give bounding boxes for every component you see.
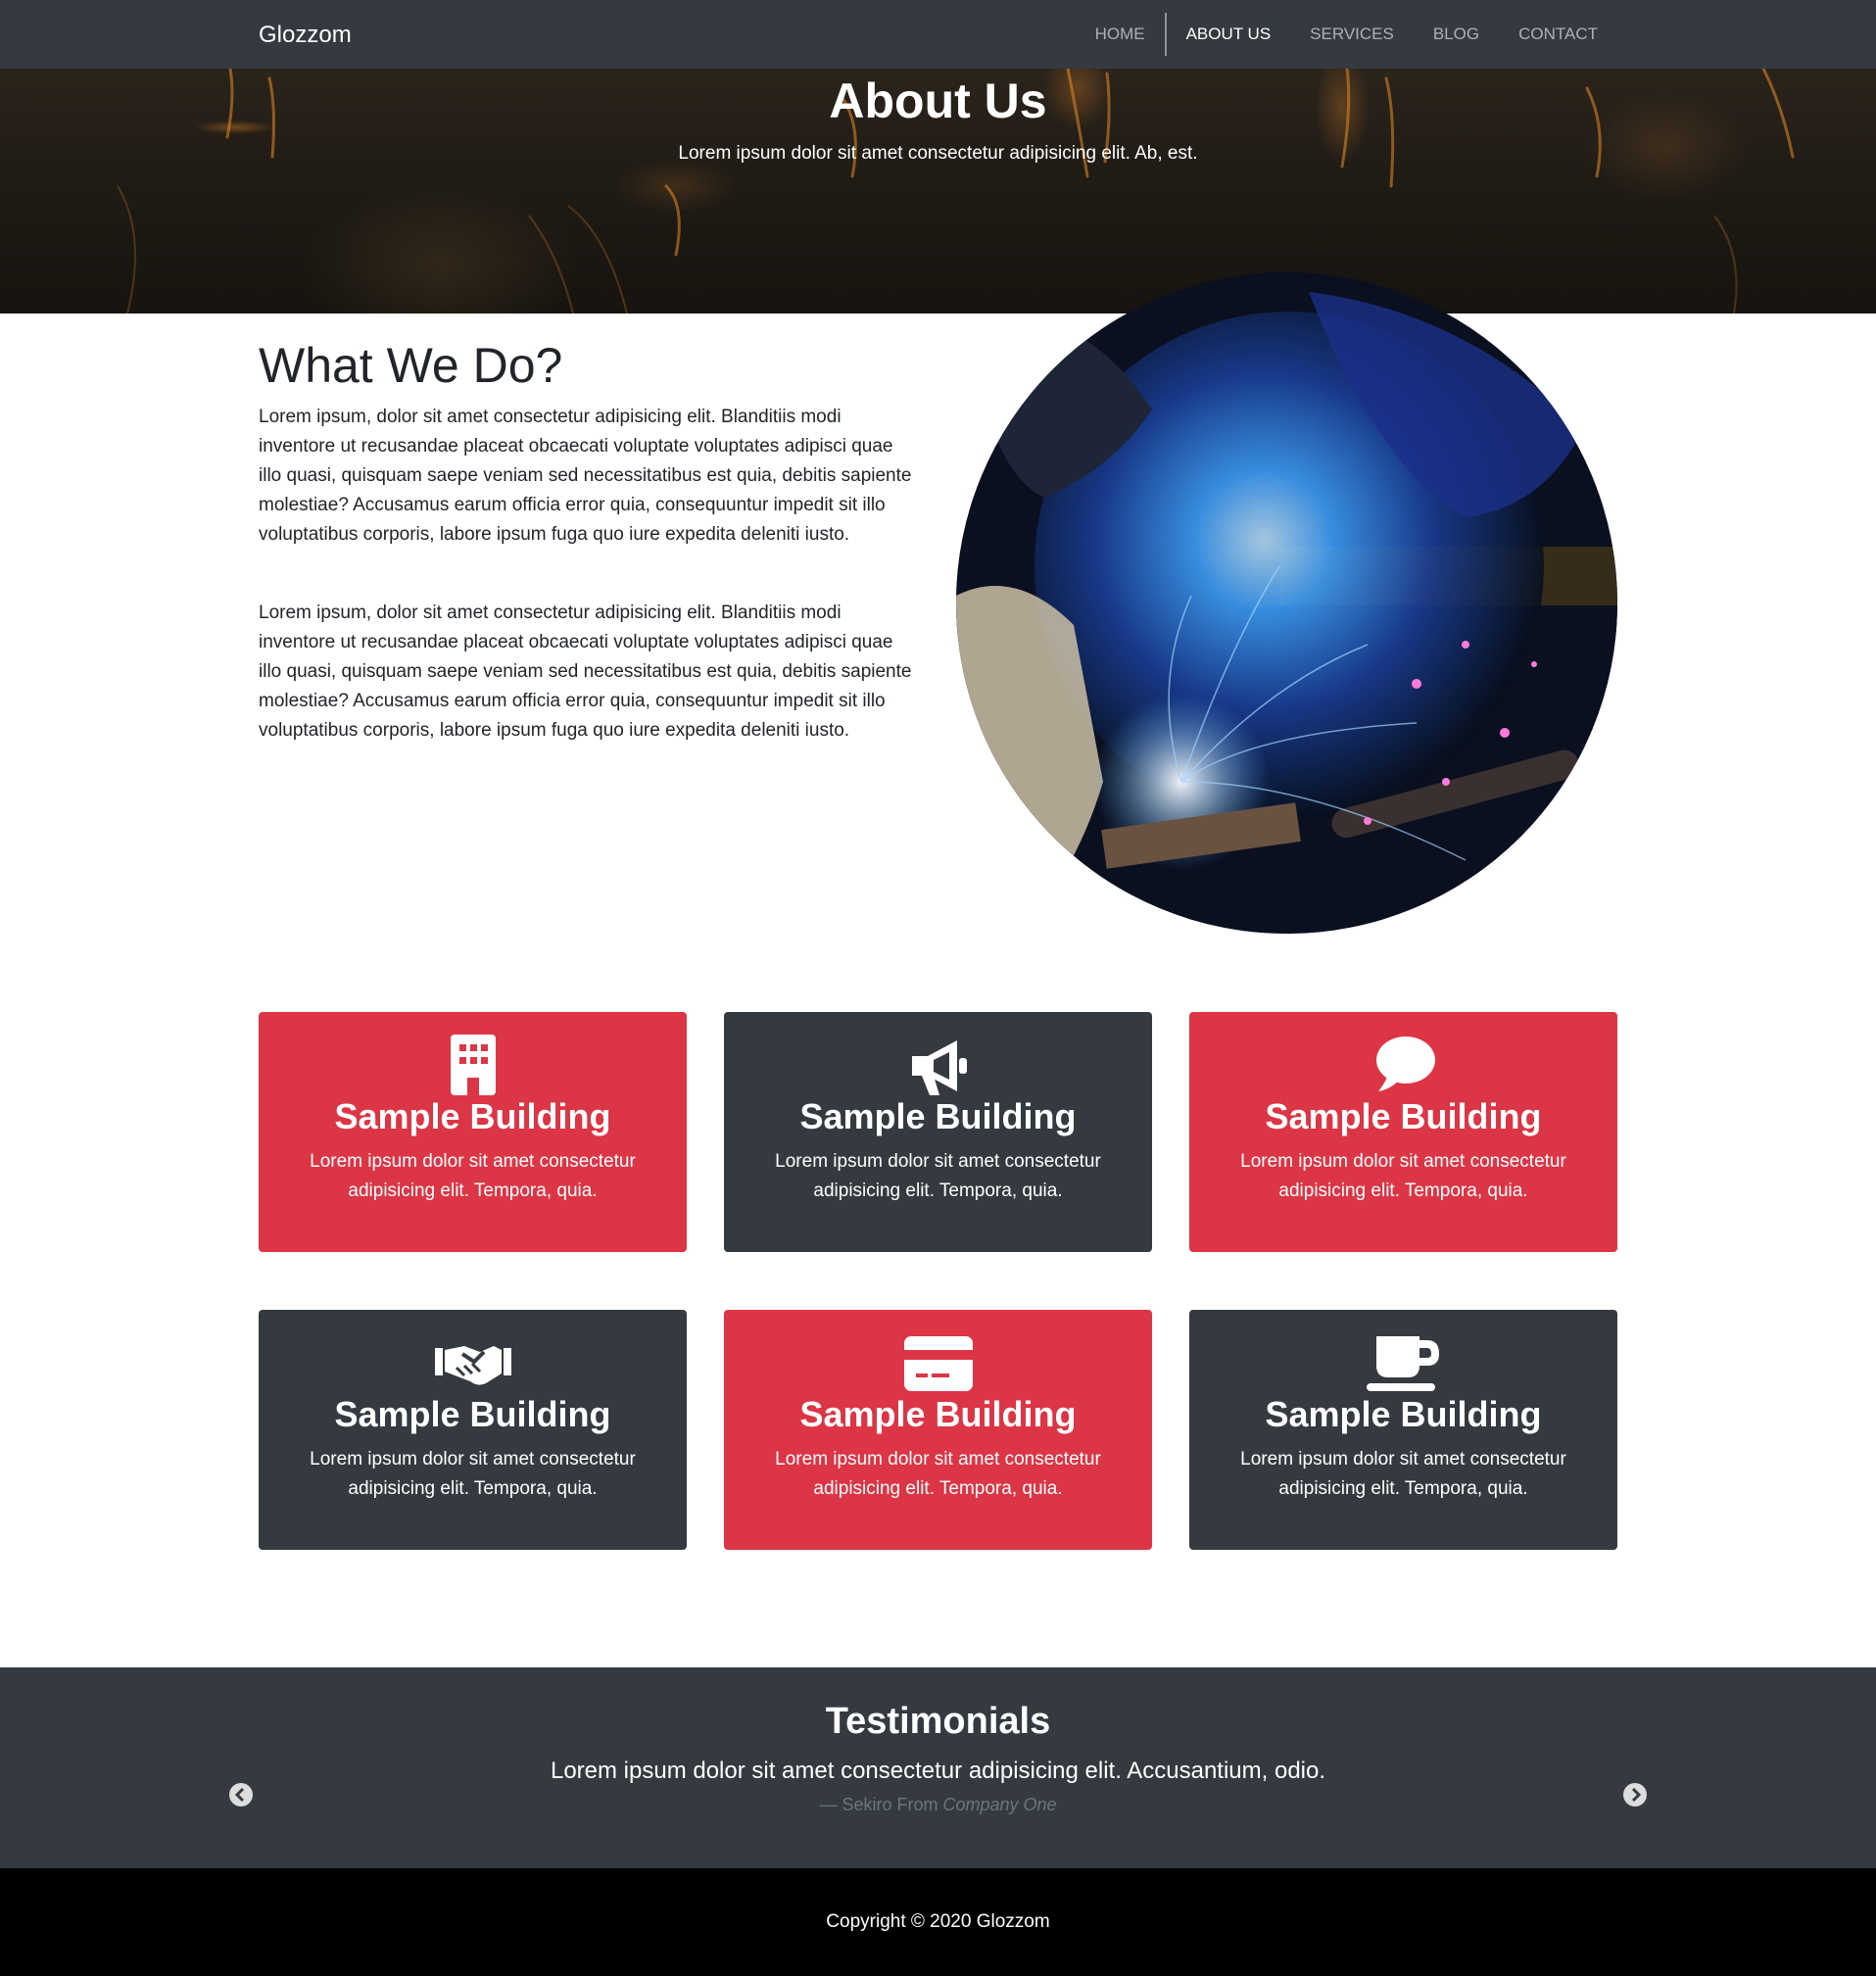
- brand-logo[interactable]: Glozzom: [259, 0, 352, 69]
- service-card-text: Lorem ipsum dolor sit amet consectetur a…: [310, 1151, 636, 1201]
- service-card-title: Sample Building: [334, 1394, 611, 1434]
- nav-link-about-us[interactable]: ABOUT US: [1164, 13, 1291, 56]
- testimonial-quote: Lorem ipsum dolor sit amet consectetur a…: [550, 1758, 1326, 1784]
- nav-links: HOME ABOUT US SERVICES BLOG CONTACT: [1076, 0, 1617, 69]
- coffee-icon: [1366, 1336, 1439, 1391]
- testimonial-author-name: — Sekiro From: [819, 1795, 938, 1814]
- building-icon: [450, 1035, 496, 1095]
- testimonial-company: Company One: [942, 1795, 1057, 1814]
- handshake-icon: [434, 1346, 511, 1385]
- service-card-text: Lorem ipsum dolor sit amet consectetur a…: [310, 1449, 636, 1499]
- service-card-2: Sample Building Lorem ipsum dolor sit am…: [724, 1012, 1152, 1252]
- about-title: What We Do?: [259, 338, 563, 393]
- credit-card-icon: [903, 1336, 973, 1391]
- testimonial-author: — Sekiro From Company One: [0, 1795, 1876, 1815]
- nav-link-blog[interactable]: BLOG: [1414, 13, 1499, 56]
- nav-link-services[interactable]: SERVICES: [1290, 13, 1414, 56]
- testimonials-section: Testimonials Lorem ipsum dolor sit amet …: [0, 1667, 1876, 1868]
- service-card-title: Sample Building: [1265, 1394, 1542, 1434]
- service-card-text: Lorem ipsum dolor sit amet consectetur a…: [1240, 1449, 1566, 1499]
- service-card-1: Sample Building Lorem ipsum dolor sit am…: [259, 1012, 687, 1252]
- chevron-left-icon: [234, 1787, 245, 1803]
- service-card-5: Sample Building Lorem ipsum dolor sit am…: [724, 1310, 1152, 1550]
- service-card-4: Sample Building Lorem ipsum dolor sit am…: [259, 1310, 687, 1550]
- hero-title: About Us: [829, 73, 1047, 128]
- footer: Copyright © 2020 Glozzom: [0, 1868, 1876, 1976]
- service-card-title: Sample Building: [799, 1096, 1077, 1136]
- about-paragraph-2: Lorem ipsum, dolor sit amet consectetur …: [259, 602, 912, 741]
- about-paragraph-1: Lorem ipsum, dolor sit amet consectetur …: [259, 407, 912, 545]
- service-card-title: Sample Building: [334, 1096, 611, 1136]
- service-card-text: Lorem ipsum dolor sit amet consectetur a…: [775, 1151, 1101, 1201]
- service-card-text: Lorem ipsum dolor sit amet consectetur a…: [1240, 1151, 1566, 1201]
- footer-copyright: Copyright © 2020 Glozzom: [826, 1911, 1050, 1932]
- service-card-title: Sample Building: [1265, 1096, 1542, 1136]
- nav-link-contact[interactable]: CONTACT: [1499, 13, 1617, 56]
- hero-subtitle: Lorem ipsum dolor sit amet consectetur a…: [678, 143, 1198, 164]
- service-card-6: Sample Building Lorem ipsum dolor sit am…: [1189, 1310, 1617, 1550]
- nav-link-home[interactable]: HOME: [1076, 13, 1165, 56]
- navbar: Glozzom HOME ABOUT US SERVICES BLOG CONT…: [0, 0, 1876, 69]
- service-card-text: Lorem ipsum dolor sit amet consectetur a…: [775, 1449, 1101, 1499]
- carousel-prev-button[interactable]: [229, 1783, 253, 1807]
- hero-banner: About Us Lorem ipsum dolor sit amet cons…: [0, 69, 1876, 313]
- service-card-title: Sample Building: [799, 1394, 1077, 1434]
- chevron-right-icon: [1631, 1787, 1642, 1803]
- comment-icon: [1375, 1036, 1435, 1091]
- service-card-3: Sample Building Lorem ipsum dolor sit am…: [1189, 1012, 1617, 1252]
- welding-image: [956, 272, 1617, 934]
- bullhorn-icon: [911, 1040, 967, 1095]
- carousel-next-button[interactable]: [1623, 1783, 1647, 1807]
- testimonials-title: Testimonials: [825, 1701, 1051, 1742]
